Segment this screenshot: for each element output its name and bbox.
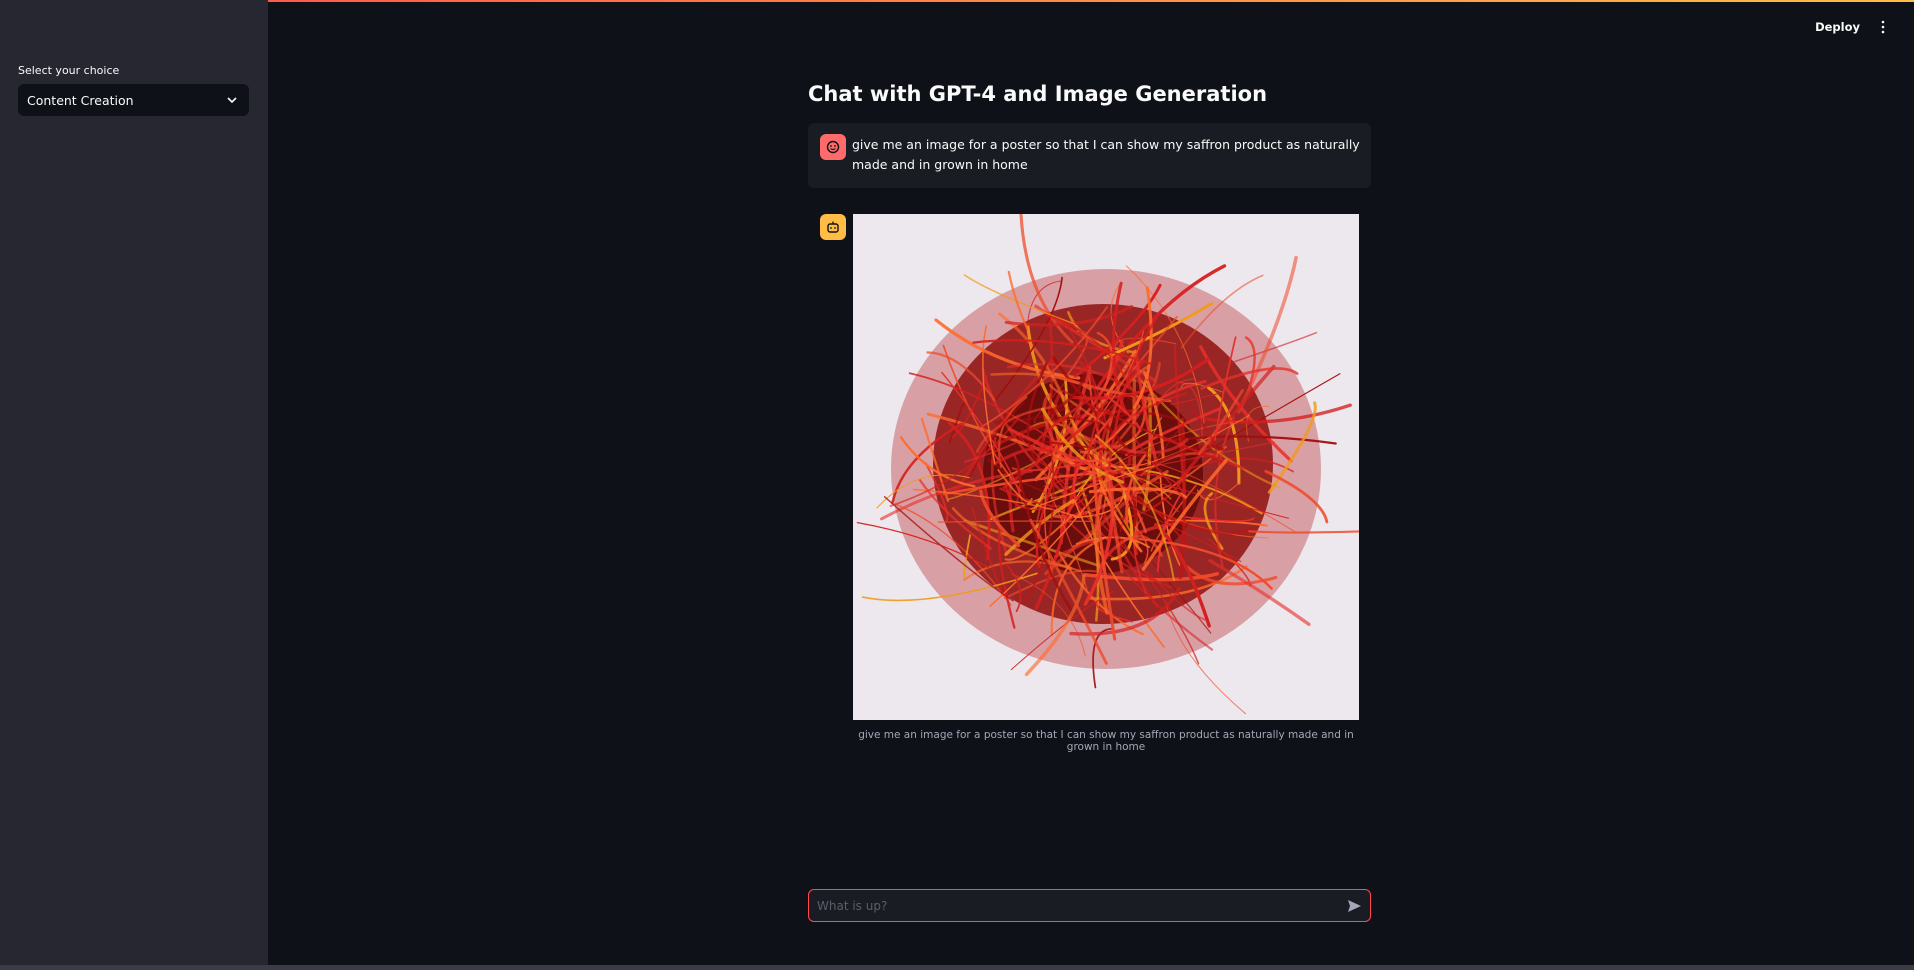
user-face-icon	[820, 134, 846, 160]
page-title: Chat with GPT-4 and Image Generation	[808, 82, 1268, 106]
chat-input[interactable]	[808, 889, 1371, 922]
user-message-text: give me an image for a poster so that I …	[852, 137, 1360, 172]
deploy-button[interactable]: Deploy	[1815, 20, 1860, 34]
robot-icon	[820, 214, 846, 240]
image-caption: give me an image for a poster so that I …	[858, 729, 1354, 753]
bottom-border	[0, 965, 1914, 970]
chevron-down-icon	[227, 97, 237, 104]
generated-saffron-image	[853, 214, 1359, 720]
choice-select[interactable]: Content Creation	[18, 84, 249, 116]
chat-input-field[interactable]	[809, 890, 1329, 921]
user-message: give me an image for a poster so that I …	[808, 123, 1371, 188]
select-value: Content Creation	[27, 92, 134, 108]
select-label: Select your choice	[18, 64, 120, 77]
sidebar: Select your choice Content Creation	[0, 0, 268, 965]
more-vertical-icon[interactable]	[1880, 20, 1886, 34]
send-icon[interactable]	[1346, 898, 1362, 914]
top-decoration-bar	[0, 0, 1914, 2]
